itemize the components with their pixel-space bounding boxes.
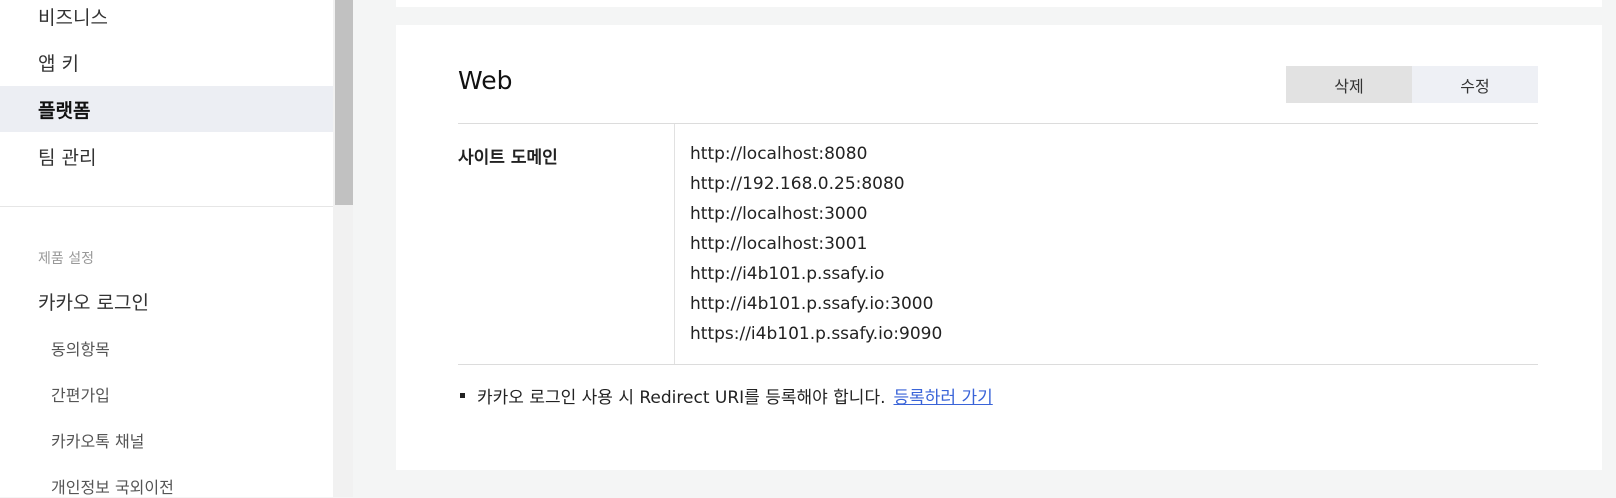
sidebar-item-platform[interactable]: 플랫폼 <box>0 86 333 132</box>
section-title: 제품 설정 <box>38 251 94 267</box>
site-domain-label: 사이트 도메인 <box>458 148 558 168</box>
domain-item: http://localhost:3000 <box>690 204 868 224</box>
bullet-icon <box>460 393 465 398</box>
sidebar-item-app-keys[interactable]: 앱 키 <box>0 39 333 85</box>
redirect-uri-note: 카카오 로그인 사용 시 Redirect URI를 등록해야 합니다. 등록하… <box>460 383 993 408</box>
sidebar-scrollbar-thumb[interactable] <box>335 0 353 205</box>
domain-item: http://localhost:8080 <box>690 144 868 164</box>
domain-item: http://localhost:3001 <box>690 234 868 254</box>
domain-item: http://i4b101.p.ssafy.io <box>690 264 885 284</box>
sidebar-item-team-management[interactable]: 팀 관리 <box>0 133 333 179</box>
domain-item: http://i4b101.p.ssafy.io:3000 <box>690 294 934 314</box>
sidebar: 비즈니스 앱 키 플랫폼 팀 관리 제품 설정 카카오 로그인 동의항목 간편가… <box>0 0 333 497</box>
site-domain-list: http://localhost:8080 http://192.168.0.2… <box>690 143 942 353</box>
sidebar-item-label: 비즈니스 <box>38 6 108 29</box>
note-text: 카카오 로그인 사용 시 Redirect URI를 등록해야 합니다. <box>477 388 886 408</box>
sidebar-subitem-kakaotalk-channel[interactable]: 카카오톡 채널 <box>51 428 144 452</box>
sidebar-subitem-simple-signup[interactable]: 간편가입 <box>51 382 110 406</box>
previous-card <box>396 0 1602 7</box>
sidebar-item-label: 플랫폼 <box>38 99 91 122</box>
column-divider <box>674 124 675 364</box>
domain-item: http://192.168.0.25:8080 <box>690 174 905 194</box>
sidebar-item-business[interactable]: 비즈니스 <box>0 0 333 39</box>
sidebar-subitem-consent[interactable]: 동의항목 <box>51 336 110 360</box>
divider <box>458 364 1538 365</box>
register-redirect-link[interactable]: 등록하러 가기 <box>894 383 993 408</box>
domain-item: https://i4b101.p.ssafy.io:9090 <box>690 324 943 344</box>
sidebar-item-label: 팀 관리 <box>38 146 97 169</box>
sidebar-item-label: 앱 키 <box>38 52 79 75</box>
card-title: Web <box>458 66 513 95</box>
sidebar-item-kakao-login[interactable]: 카카오 로그인 <box>38 288 149 315</box>
sidebar-divider <box>0 206 333 207</box>
edit-button[interactable]: 수정 <box>1412 66 1538 103</box>
delete-button[interactable]: 삭제 <box>1286 66 1412 103</box>
sidebar-subitem-overseas-transfer[interactable]: 개인정보 국외이전 <box>51 474 174 498</box>
divider <box>458 123 1538 124</box>
